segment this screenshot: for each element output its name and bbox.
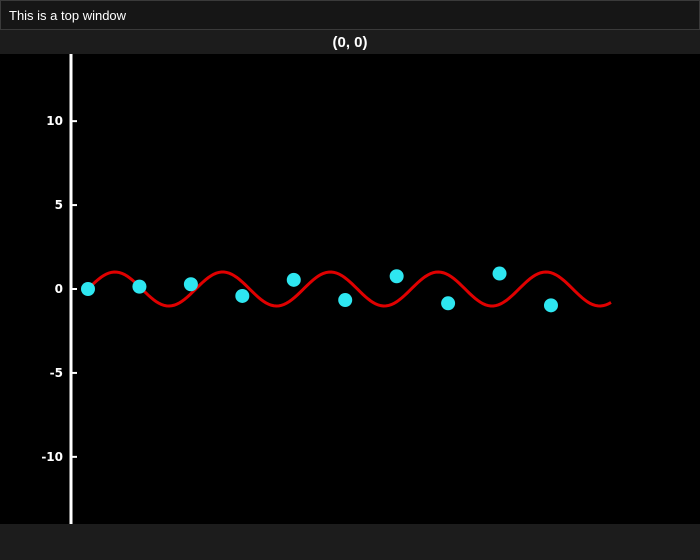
data-point[interactable] [81, 282, 95, 296]
data-point[interactable] [183, 277, 198, 292]
data-point[interactable] [235, 288, 250, 303]
window-title: This is a top window [0, 0, 700, 30]
y-tick-label: -5 [50, 366, 63, 380]
data-point[interactable] [338, 293, 353, 308]
data-point[interactable] [389, 269, 404, 284]
y-tick-label: 10 [46, 114, 63, 128]
y-tick-label: 5 [55, 198, 63, 212]
y-tick-label: 0 [55, 282, 63, 296]
app-window: This is a top window (0, 0) 10 5 0 -5 -10 [0, 0, 700, 560]
data-point[interactable] [132, 279, 147, 294]
plot-area[interactable]: 10 5 0 -5 -10 [0, 54, 700, 524]
bottom-bar [0, 524, 700, 560]
coordinate-readout: (0, 0) [332, 34, 368, 51]
data-point[interactable] [543, 298, 558, 313]
data-point[interactable] [492, 266, 507, 281]
chart-canvas[interactable]: 10 5 0 -5 -10 [0, 54, 700, 524]
data-point[interactable] [286, 272, 301, 287]
data-point[interactable] [441, 296, 456, 311]
y-tick-label: -10 [41, 450, 63, 464]
